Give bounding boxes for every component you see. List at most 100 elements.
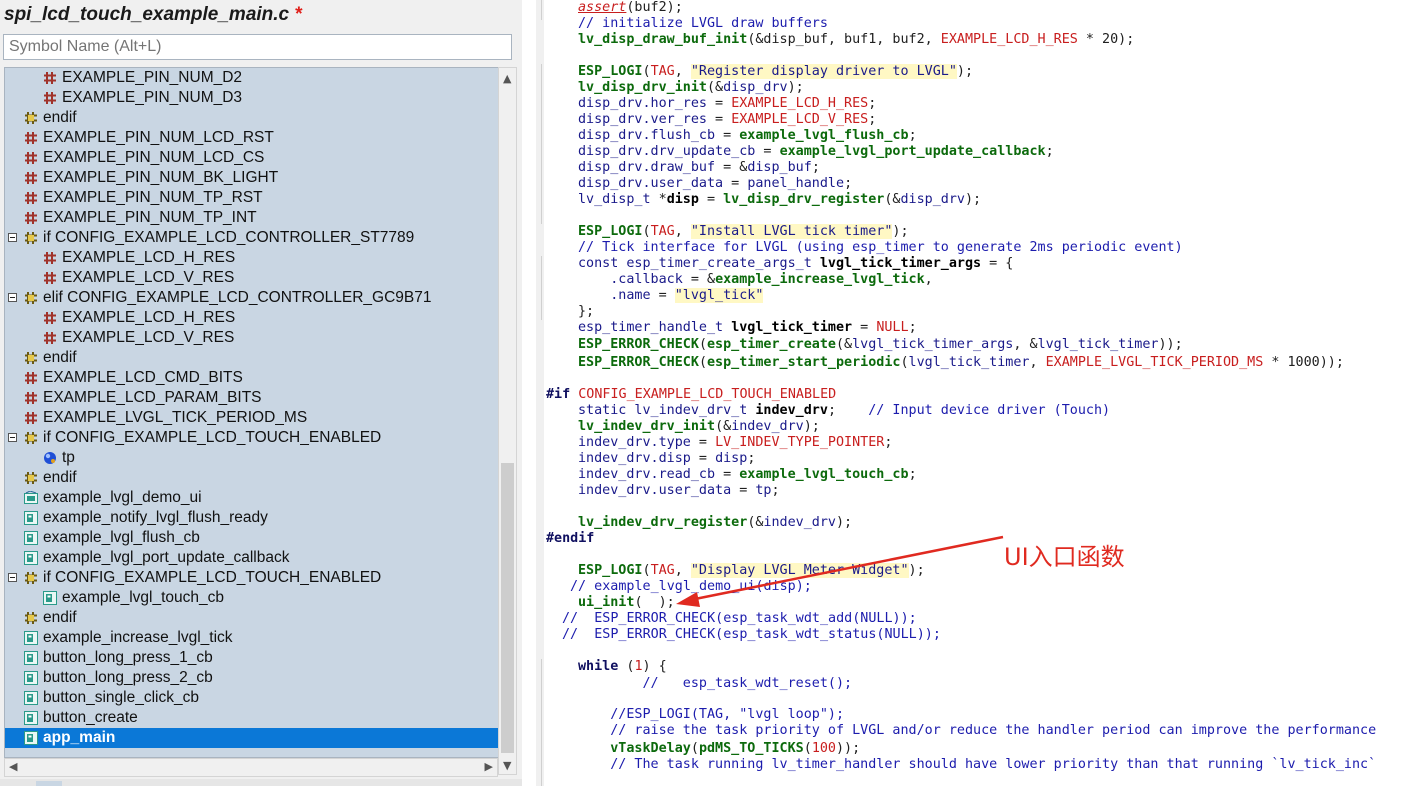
tree-item[interactable]: button_create	[5, 708, 498, 728]
tree-item[interactable]: if CONFIG_EXAMPLE_LCD_TOUCH_ENABLED	[5, 568, 498, 588]
tree-item[interactable]: example_notify_lvgl_flush_ready	[5, 508, 498, 528]
splitter[interactable]	[522, 0, 536, 786]
code-line[interactable]: lv_disp_draw_buf_init(&disp_buf, buf1, b…	[578, 32, 1134, 48]
tree-item-label: EXAMPLE_PIN_NUM_LCD_RST	[43, 129, 274, 146]
define-icon	[43, 251, 57, 265]
collapse-icon[interactable]	[8, 433, 17, 442]
tree-item-label: endif	[43, 109, 77, 126]
tree-item[interactable]: EXAMPLE_PIN_NUM_D3	[5, 88, 498, 108]
tree-item[interactable]: elif CONFIG_EXAMPLE_LCD_CONTROLLER_GC9B7…	[5, 288, 498, 308]
tree-item[interactable]: EXAMPLE_PIN_NUM_LCD_RST	[5, 128, 498, 148]
code-line[interactable]: ESP_ERROR_CHECK(esp_timer_start_periodic…	[578, 355, 1344, 371]
tree-item[interactable]: EXAMPLE_LCD_H_RES	[5, 248, 498, 268]
tree-item[interactable]: example_lvgl_port_update_callback	[5, 548, 498, 568]
tree-item[interactable]: if CONFIG_EXAMPLE_LCD_CONTROLLER_ST7789	[5, 228, 498, 248]
code-line[interactable]: indev_drv.type = LV_INDEV_TYPE_POINTER;	[578, 435, 892, 451]
tree-item-selected[interactable]: app_main	[5, 728, 498, 748]
tree-item[interactable]: EXAMPLE_PIN_NUM_LCD_CS	[5, 148, 498, 168]
code-line[interactable]: disp_drv.flush_cb = example_lvgl_flush_c…	[578, 128, 917, 144]
code-line[interactable]: assert(buf2);	[578, 0, 683, 16]
code-line[interactable]: disp_drv.ver_res = EXAMPLE_LCD_V_RES;	[578, 112, 876, 128]
code-line[interactable]: // ESP_ERROR_CHECK(esp_task_wdt_add(NULL…	[562, 611, 917, 627]
code-line[interactable]: indev_drv.read_cb = example_lvgl_touch_c…	[578, 467, 917, 483]
tree-item[interactable]: EXAMPLE_PIN_NUM_TP_INT	[5, 208, 498, 228]
code-line[interactable]: disp_drv.user_data = panel_handle;	[578, 176, 852, 192]
tree-item-label: if CONFIG_EXAMPLE_LCD_TOUCH_ENABLED	[43, 569, 382, 586]
code-line[interactable]: ESP_LOGI(TAG, "Display LVGL Meter Widget…	[578, 563, 925, 579]
tree-item[interactable]: endif	[5, 108, 498, 128]
code-line[interactable]: vTaskDelay(pdMS_TO_TICKS(100));	[578, 741, 860, 757]
scroll-left-icon[interactable]: ◀	[9, 760, 17, 773]
code-editor[interactable]: assert(buf2);// initialize LVGL draw buf…	[546, 0, 1419, 786]
tree-item[interactable]: if CONFIG_EXAMPLE_LCD_TOUCH_ENABLED	[5, 428, 498, 448]
code-line[interactable]: // ESP_ERROR_CHECK(esp_task_wdt_status(N…	[562, 627, 941, 643]
tree-item[interactable]: EXAMPLE_PIN_NUM_TP_RST	[5, 188, 498, 208]
code-line[interactable]: // initialize LVGL draw buffers	[578, 16, 828, 32]
symbol-search-input[interactable]	[3, 34, 512, 60]
code-line[interactable]: indev_drv.disp = disp;	[578, 451, 755, 467]
tree-item[interactable]: example_increase_lvgl_tick	[5, 628, 498, 648]
tree-item[interactable]: EXAMPLE_PIN_NUM_D2	[5, 68, 498, 88]
code-line[interactable]: esp_timer_handle_t lvgl_tick_timer = NUL…	[578, 320, 917, 336]
code-line[interactable]: lv_disp_drv_init(&disp_drv);	[578, 80, 804, 96]
code-line[interactable]: };	[578, 304, 594, 320]
define-icon	[43, 271, 57, 285]
symbol-tree: EXAMPLE_PIN_NUM_D2 EXAMPLE_PIN_NUM_D3 endi…	[4, 67, 499, 758]
collapse-icon[interactable]	[8, 573, 17, 582]
scrollbar-thumb[interactable]	[501, 463, 514, 753]
code-line[interactable]: lv_indev_drv_init(&indev_drv);	[578, 419, 820, 435]
code-line[interactable]: #endif	[546, 531, 594, 547]
code-line[interactable]: lv_indev_drv_register(&indev_drv);	[578, 515, 852, 531]
code-line[interactable]: #if CONFIG_EXAMPLE_LCD_TOUCH_ENABLED	[546, 387, 836, 403]
code-line[interactable]: //ESP_LOGI(TAG, "lvgl loop");	[578, 707, 844, 723]
scroll-up-icon[interactable]: ▲	[503, 72, 511, 85]
symbol-tree-horizontal-scrollbar[interactable]: ◀ ▶	[4, 758, 498, 777]
collapse-icon[interactable]	[8, 233, 17, 242]
code-line[interactable]: disp_drv.drv_update_cb = example_lvgl_po…	[578, 144, 1054, 160]
code-line[interactable]: const esp_timer_create_args_t lvgl_tick_…	[578, 256, 1013, 272]
fold-line	[541, 256, 542, 320]
tree-item[interactable]: EXAMPLE_LCD_V_RES	[5, 268, 498, 288]
tree-item[interactable]: EXAMPLE_LCD_CMD_BITS	[5, 368, 498, 388]
tree-item[interactable]: example_lvgl_flush_cb	[5, 528, 498, 548]
code-line[interactable]: // raise the task priority of LVGL and/o…	[578, 723, 1376, 739]
tree-item[interactable]: tp	[5, 448, 498, 468]
tree-item[interactable]: button_long_press_2_cb	[5, 668, 498, 688]
tree-item[interactable]: endif	[5, 608, 498, 628]
panel-tab-strip	[0, 779, 522, 786]
scroll-right-icon[interactable]: ▶	[485, 760, 493, 773]
code-line[interactable]: // esp_task_wdt_reset();	[578, 676, 853, 692]
code-line[interactable]: while (1) {	[578, 659, 667, 675]
symbol-tree-vertical-scrollbar[interactable]: ▲ ▼	[498, 67, 517, 775]
code-line[interactable]: disp_drv.hor_res = EXAMPLE_LCD_H_RES;	[578, 96, 876, 112]
tree-item[interactable]: endif	[5, 348, 498, 368]
tree-item-label: EXAMPLE_LCD_V_RES	[62, 269, 235, 286]
panel-tab[interactable]	[36, 781, 62, 786]
code-line[interactable]: disp_drv.draw_buf = &disp_buf;	[578, 160, 820, 176]
code-line[interactable]: // example_lvgl_demo_ui(disp);	[570, 579, 812, 595]
scroll-down-icon[interactable]: ▼	[503, 759, 511, 772]
code-line[interactable]: indev_drv.user_data = tp;	[578, 483, 780, 499]
code-line[interactable]: ESP_LOGI(TAG, "Register display driver t…	[578, 64, 973, 80]
code-line[interactable]: lv_disp_t *disp = lv_disp_drv_register(&…	[578, 192, 981, 208]
code-line[interactable]: ESP_LOGI(TAG, "Install LVGL tick timer")…	[578, 224, 909, 240]
tree-item[interactable]: endif	[5, 468, 498, 488]
tree-item[interactable]: button_long_press_1_cb	[5, 648, 498, 668]
tree-item[interactable]: EXAMPLE_LCD_V_RES	[5, 328, 498, 348]
code-line[interactable]: .callback = &example_increase_lvgl_tick,	[578, 272, 932, 288]
tree-item[interactable]: EXAMPLE_PIN_NUM_BK_LIGHT	[5, 168, 498, 188]
code-line[interactable]: // The task running lv_timer_handler sho…	[578, 757, 1376, 773]
preproc-icon	[24, 111, 38, 125]
collapse-icon[interactable]	[8, 293, 17, 302]
tree-item[interactable]: example_lvgl_demo_ui	[5, 488, 498, 508]
tree-item[interactable]: example_lvgl_touch_cb	[5, 588, 498, 608]
tree-item[interactable]: EXAMPLE_LCD_PARAM_BITS	[5, 388, 498, 408]
tree-item[interactable]: button_single_click_cb	[5, 688, 498, 708]
tree-item[interactable]: EXAMPLE_LCD_H_RES	[5, 308, 498, 328]
code-line[interactable]: .name = "lvgl_tick"	[578, 288, 764, 304]
code-line[interactable]: ui_init( );	[578, 595, 675, 611]
code-line[interactable]: static lv_indev_drv_t indev_drv; // Inpu…	[578, 403, 1110, 419]
code-line[interactable]: ESP_ERROR_CHECK(esp_timer_create(&lvgl_t…	[578, 337, 1183, 353]
tree-item[interactable]: EXAMPLE_LVGL_TICK_PERIOD_MS	[5, 408, 498, 428]
code-line[interactable]: // Tick interface for LVGL (using esp_ti…	[578, 240, 1183, 256]
